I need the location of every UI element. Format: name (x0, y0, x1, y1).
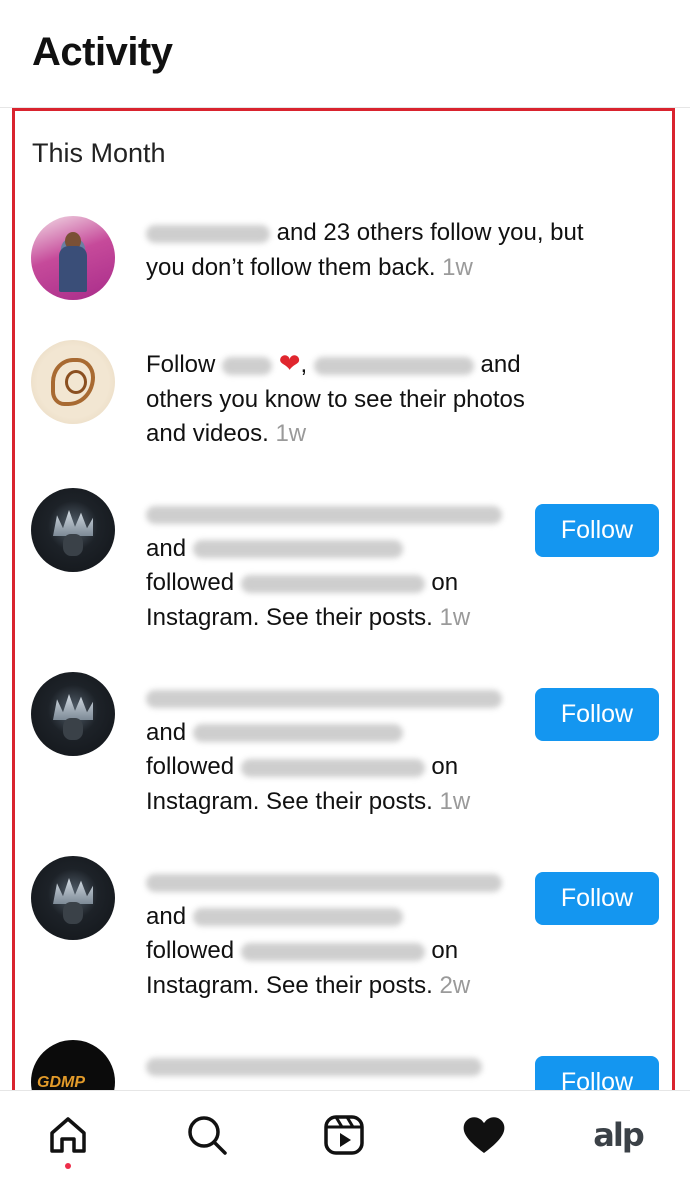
profile-avatar[interactable]: alp (592, 1109, 644, 1161)
home-icon[interactable] (42, 1109, 94, 1161)
heart-icon[interactable] (458, 1109, 510, 1161)
reels-icon[interactable] (318, 1109, 370, 1161)
notification-dot (65, 1163, 71, 1169)
header: Activity (0, 0, 690, 108)
page-title: Activity (32, 30, 173, 74)
highlight-box (12, 108, 675, 1108)
search-icon[interactable] (181, 1109, 233, 1161)
bottom-nav: alp (0, 1090, 690, 1181)
